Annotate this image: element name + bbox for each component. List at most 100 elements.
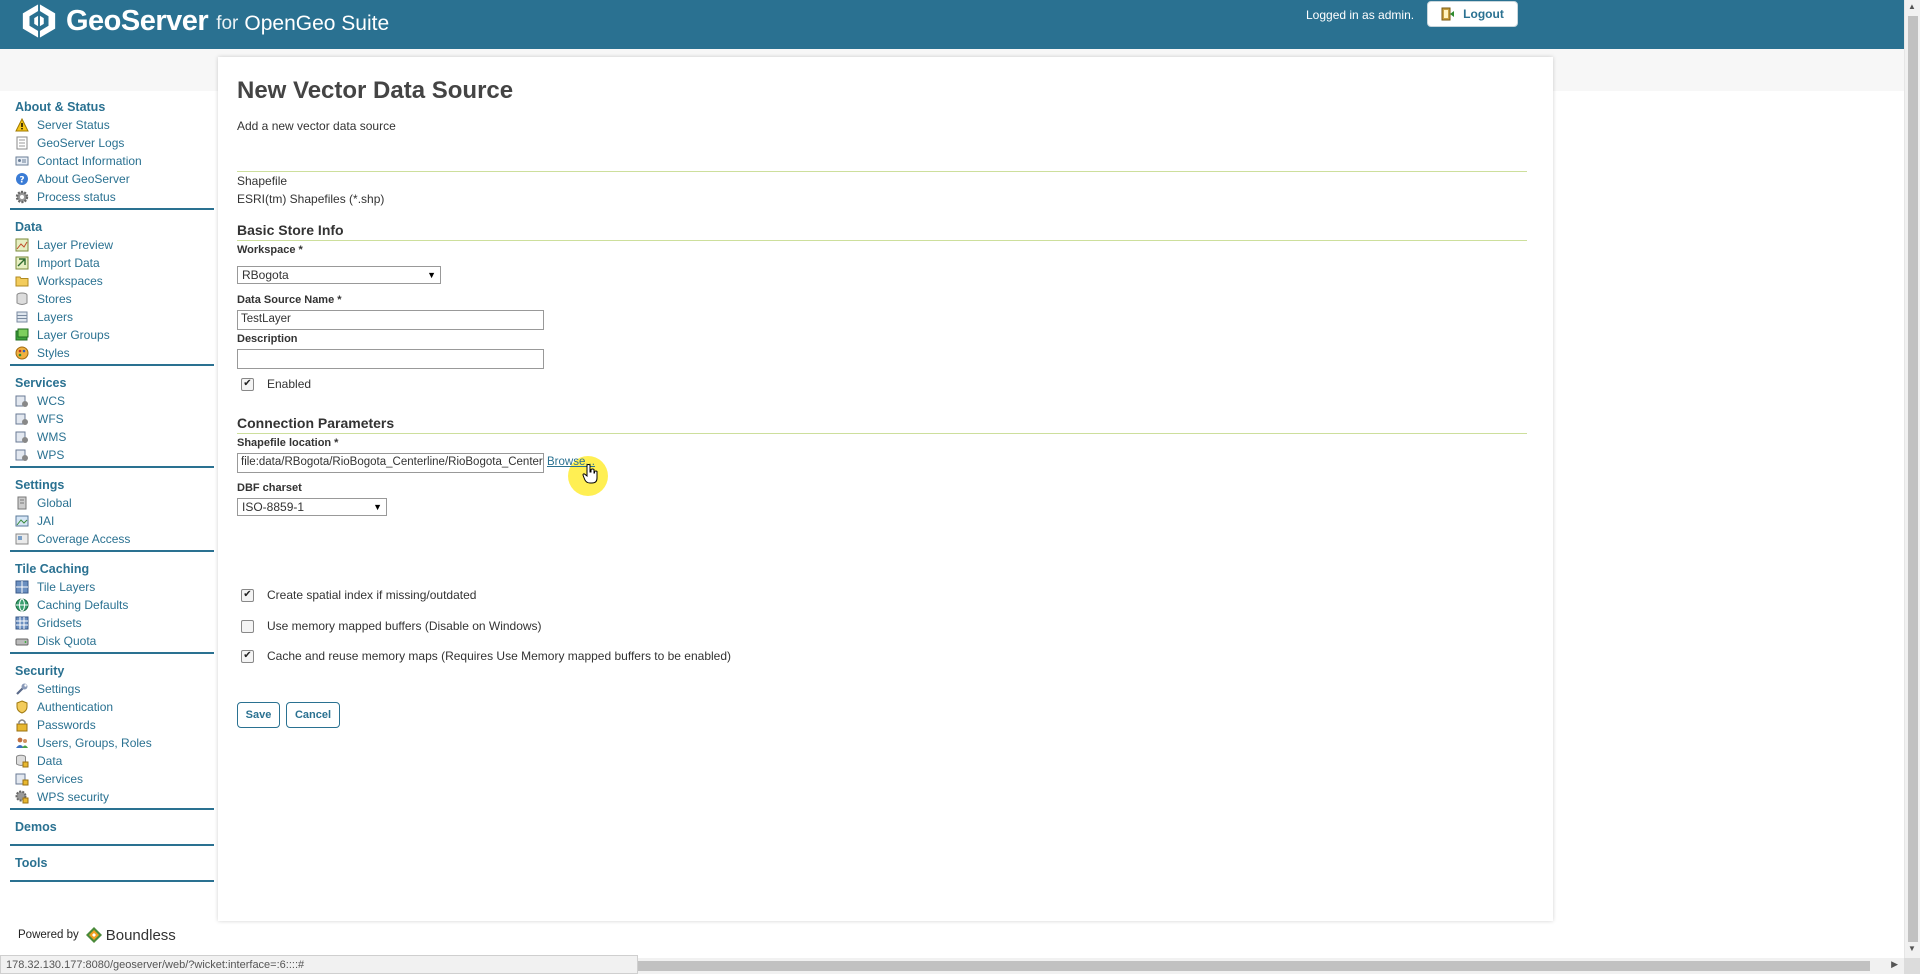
shapefile-location-input[interactable]: file:data/RBogota/RioBogota_Centerline/R…: [237, 453, 544, 473]
sidebar-item-security-services[interactable]: Services: [10, 770, 214, 788]
nav-section-title[interactable]: About & Status: [10, 98, 214, 116]
scroll-right-icon[interactable]: ▶: [1891, 959, 1898, 970]
dbf-charset-selected-value: ISO-8859-1: [242, 500, 305, 514]
sidebar-item-gridsets[interactable]: Gridsets: [10, 614, 214, 632]
cache-maps-label: Cache and reuse memory maps (Requires Us…: [267, 649, 732, 663]
nav-section-title[interactable]: Security: [10, 662, 214, 680]
divider: [237, 171, 1527, 172]
sidebar-item-security-settings[interactable]: Settings: [10, 680, 214, 698]
sidebar-item-wms[interactable]: WMS: [10, 428, 214, 446]
horizontal-scrollbar[interactable]: ▶: [638, 958, 1904, 974]
server-icon: [17, 496, 27, 510]
sidebar-item-stores[interactable]: Stores: [10, 290, 214, 308]
nav-section-title[interactable]: Tile Caching: [10, 560, 214, 578]
workspace-label: Workspace *: [237, 244, 303, 256]
spatial-index-label: Create spatial index if missing/outdated: [267, 588, 477, 602]
page-title: New Vector Data Source: [237, 77, 514, 104]
sidebar-item-wfs[interactable]: WFS: [10, 410, 214, 428]
workspace-select[interactable]: RBogota ▼: [237, 266, 441, 284]
warning-icon: [15, 118, 29, 132]
data-source-name-input[interactable]: TestLayer: [237, 310, 544, 330]
memory-mapped-checkbox[interactable]: [241, 619, 254, 633]
folder-icon: [15, 276, 29, 287]
save-button[interactable]: Save: [237, 702, 280, 728]
sidebar-item-passwords[interactable]: Passwords: [10, 716, 214, 734]
boundless-logo[interactable]: Boundless: [85, 926, 176, 944]
horizontal-scroll-thumb[interactable]: [638, 961, 1870, 971]
store-type: Shapefile: [237, 174, 288, 188]
nav-section-title[interactable]: Demos: [10, 818, 214, 836]
service-lock-icon: [15, 773, 29, 786]
dbf-charset-label: DBF charset: [237, 482, 302, 494]
shield-icon: [16, 700, 28, 714]
sidebar-item-contact-information[interactable]: Contact Information: [10, 152, 214, 170]
sidebar-item-workspaces[interactable]: Workspaces: [10, 272, 214, 290]
description-input[interactable]: [237, 349, 544, 369]
sidebar-item-layer-groups[interactable]: Layer Groups: [10, 326, 214, 344]
process-lock-icon: [15, 790, 29, 804]
nav-section-settings: Settings Global JAI Coverage Access: [10, 476, 214, 552]
nav-section-title[interactable]: Tools: [10, 854, 214, 872]
sidebar-item-security-data[interactable]: Data: [10, 752, 214, 770]
nav-section-title[interactable]: Data: [10, 218, 214, 236]
sidebar-item-layer-preview[interactable]: Layer Preview: [10, 236, 214, 254]
cache-maps-checkbox[interactable]: ✔: [241, 649, 254, 663]
store-type-description: ESRI(tm) Shapefiles (*.shp): [237, 192, 385, 206]
scroll-down-icon[interactable]: ▼: [1908, 944, 1916, 953]
divider: [237, 433, 1527, 434]
sidebar-item-wps-security[interactable]: WPS security: [10, 788, 214, 806]
sidebar-item-styles[interactable]: Styles: [10, 344, 214, 362]
spatial-index-checkbox[interactable]: ✔: [241, 588, 254, 602]
sidebar-item-users-groups-roles[interactable]: Users, Groups, Roles: [10, 734, 214, 752]
scroll-up-icon[interactable]: ▲: [1908, 2, 1916, 11]
contact-card-icon: [15, 156, 29, 166]
divider: [237, 240, 1527, 241]
logout-button[interactable]: Logout: [1427, 1, 1518, 27]
import-icon: [15, 256, 29, 270]
sidebar-item-coverage-access[interactable]: Coverage Access: [10, 530, 214, 548]
app-header: GeoServer for OpenGeo Suite Logged in as…: [0, 0, 1904, 49]
nav-section-title[interactable]: Services: [10, 374, 214, 392]
powered-by: Powered by Boundless: [18, 926, 176, 944]
nav-section-data: Data Layer Preview Import Data Workspace…: [10, 218, 214, 366]
memory-mapped-row: Use memory mapped buffers (Disable on Wi…: [241, 619, 542, 633]
sidebar-item-layers[interactable]: Layers: [10, 308, 214, 326]
log-file-icon: [16, 136, 28, 150]
dbf-charset-select[interactable]: ISO-8859-1 ▼: [237, 498, 387, 516]
sidebar-item-geoserver-logs[interactable]: GeoServer Logs: [10, 134, 214, 152]
enabled-checkbox[interactable]: ✔: [241, 377, 254, 391]
nav-section-tile-caching: Tile Caching Tile Layers Caching Default…: [10, 560, 214, 654]
sidebar-item-import-data[interactable]: Import Data: [10, 254, 214, 272]
sidebar-item-authentication[interactable]: Authentication: [10, 698, 214, 716]
cancel-button[interactable]: Cancel: [286, 702, 340, 728]
browser-status-bar: 178.32.130.177:8080/geoserver/web/?wicke…: [0, 955, 638, 974]
vertical-scroll-thumb[interactable]: [1908, 16, 1918, 942]
sidebar-item-wps[interactable]: WPS: [10, 446, 214, 464]
vertical-scrollbar[interactable]: ▲ ▼: [1904, 0, 1920, 958]
layer-group-icon: [15, 328, 29, 341]
boundless-logo-icon: [85, 927, 102, 943]
sidebar-item-wcs[interactable]: WCS: [10, 392, 214, 410]
nav-section-title[interactable]: Settings: [10, 476, 214, 494]
enabled-row: ✔ Enabled: [241, 377, 311, 391]
layers-icon: [16, 311, 28, 323]
gear-icon: [15, 190, 29, 204]
sidebar-item-jai[interactable]: JAI: [10, 512, 214, 530]
tile-grid-icon: [15, 580, 29, 594]
sidebar-item-global[interactable]: Global: [10, 494, 214, 512]
nav-section-about-status: About & Status Server Status GeoServer L…: [10, 98, 214, 210]
sidebar-item-caching-defaults[interactable]: Caching Defaults: [10, 596, 214, 614]
logout-icon: [1441, 7, 1455, 21]
sidebar-item-server-status[interactable]: Server Status: [10, 116, 214, 134]
powered-by-text: Powered by: [18, 929, 79, 941]
wrench-icon: [16, 683, 28, 695]
basic-store-info-heading: Basic Store Info: [237, 222, 344, 238]
dropdown-arrow-icon: ▼: [427, 270, 436, 280]
sidebar-item-about-geoserver[interactable]: ? About GeoServer: [10, 170, 214, 188]
sidebar-item-tile-layers[interactable]: Tile Layers: [10, 578, 214, 596]
geoserver-logo[interactable]: GeoServer for OpenGeo Suite: [20, 2, 389, 40]
sidebar-item-process-status[interactable]: Process status: [10, 188, 214, 206]
sidebar-item-disk-quota[interactable]: Disk Quota: [10, 632, 214, 650]
memory-mapped-label: Use memory mapped buffers (Disable on Wi…: [267, 619, 542, 633]
nav-section-services: Services WCS WFS WMS WPS: [10, 374, 214, 468]
